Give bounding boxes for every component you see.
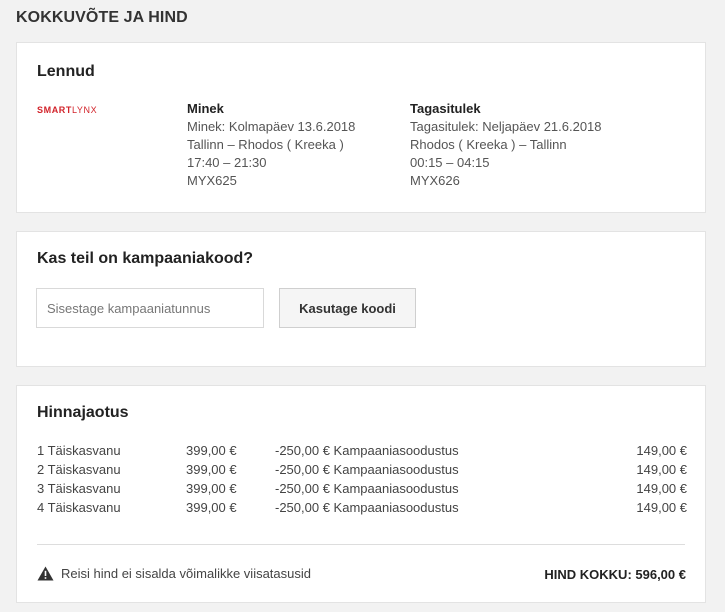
price-row: 2 Täiskasvanu 399,00 € -250,00 € Kampaan… [37,462,687,481]
discount: -250,00 € Kampaaniasoodustus [275,462,459,477]
discount: -250,00 € Kampaaniasoodustus [275,443,459,458]
divider [37,544,685,545]
apply-code-button[interactable]: Kasutage koodi [279,288,416,328]
price-card: Hinnajaotus 1 Täiskasvanu 399,00 € -250,… [16,385,706,603]
flights-title: Lennud [37,63,95,80]
passenger-label: 2 Täiskasvanu [37,462,121,477]
visa-fee-note-text: Reisi hind ei sisalda võimalikke viisata… [61,566,311,581]
airline-logo-part2: LYNX [72,105,98,115]
return-route: Rhodos ( Kreeka ) – Tallinn [410,137,567,152]
outbound-date: Minek: Kolmapäev 13.6.2018 [187,119,356,134]
row-total: 149,00 € [636,500,687,515]
price-row: 3 Täiskasvanu 399,00 € -250,00 € Kampaan… [37,481,687,500]
airline-logo: SMARTLYNX [37,105,97,115]
row-total: 149,00 € [636,462,687,477]
return-flight-number: MYX626 [410,173,460,188]
row-total: 149,00 € [636,443,687,458]
return-date: Tagasitulek: Neljapäev 21.6.2018 [410,119,602,134]
price-rows: 1 Täiskasvanu 399,00 € -250,00 € Kampaan… [37,443,687,519]
base-price: 399,00 € [186,481,237,496]
row-total: 149,00 € [636,481,687,496]
discount: -250,00 € Kampaaniasoodustus [275,481,459,496]
grand-total: HIND KOKKU: 596,00 € [544,567,686,582]
outbound-flight-number: MYX625 [187,173,237,188]
price-row: 4 Täiskasvanu 399,00 € -250,00 € Kampaan… [37,500,687,519]
price-title: Hinnajaotus [37,404,129,421]
promo-code-input[interactable] [36,288,264,328]
flights-card: Lennud SMARTLYNX Minek Minek: Kolmapäev … [16,42,706,213]
outbound-route: Tallinn – Rhodos ( Kreeka ) [187,137,344,152]
base-price: 399,00 € [186,462,237,477]
base-price: 399,00 € [186,500,237,515]
airline-logo-part1: SMART [37,105,72,115]
visa-fee-note: Reisi hind ei sisalda võimalikke viisata… [37,566,311,581]
outbound-time: 17:40 – 21:30 [187,155,267,170]
passenger-label: 4 Täiskasvanu [37,500,121,515]
return-title: Tagasitulek [410,101,481,116]
page-title: KOKKUVÕTE JA HIND [16,9,188,26]
base-price: 399,00 € [186,443,237,458]
promo-card: Kas teil on kampaaniakood? Kasutage kood… [16,231,706,367]
outbound-flight: Minek Minek: Kolmapäev 13.6.2018 Tallinn… [187,100,355,190]
return-flight: Tagasitulek Tagasitulek: Neljapäev 21.6.… [410,100,602,190]
passenger-label: 3 Täiskasvanu [37,481,121,496]
return-time: 00:15 – 04:15 [410,155,490,170]
outbound-title: Minek [187,101,224,116]
price-row: 1 Täiskasvanu 399,00 € -250,00 € Kampaan… [37,443,687,462]
warning-icon [37,566,54,581]
discount: -250,00 € Kampaaniasoodustus [275,500,459,515]
passenger-label: 1 Täiskasvanu [37,443,121,458]
promo-title: Kas teil on kampaaniakood? [37,250,254,267]
